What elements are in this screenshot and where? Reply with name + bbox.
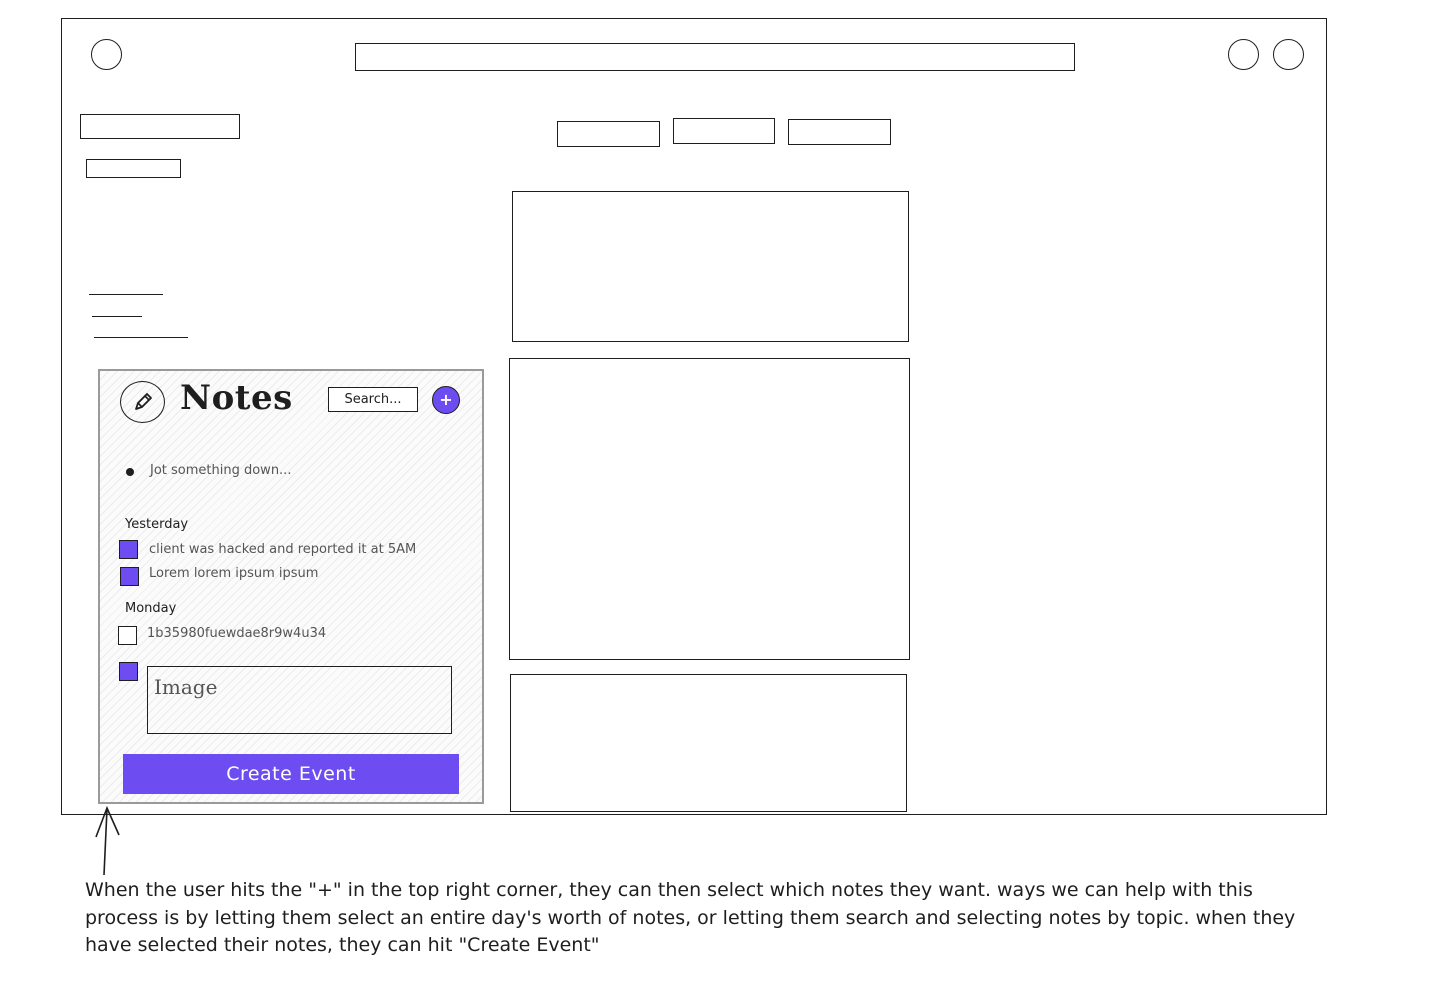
note-checkbox[interactable] [119,540,138,559]
content-card-1 [512,191,909,342]
note-text: client was hacked and reported it at 5AM [149,542,417,557]
notes-title: Notes [180,378,293,418]
sidebar-link-3[interactable] [94,337,188,338]
subtitle-placeholder [86,159,181,178]
create-event-button[interactable]: Create Event [123,754,459,794]
window-control-right-2[interactable] [1273,39,1304,70]
image-note-checkbox[interactable] [119,662,138,681]
logo-placeholder [80,114,240,139]
image-placeholder: Image [147,666,452,734]
note-text: 1b35980fuewdae8r9w4u34 [147,626,327,641]
group-heading-monday: Monday [125,601,177,616]
window-control-left[interactable] [91,39,122,70]
annotation-text: When the user hits the "+" in the top ri… [85,879,1296,956]
note-text: Lorem lorem ipsum ipsum [149,566,319,581]
window-control-right-1[interactable] [1228,39,1259,70]
nav-tab-1[interactable] [557,121,660,147]
sidebar-link-2[interactable] [92,316,142,317]
add-notes-button[interactable]: + [432,386,460,414]
nav-tab-3[interactable] [788,119,891,145]
sidebar-link-1[interactable] [89,294,163,295]
annotation-arrow-icon [95,805,120,876]
bullet-icon [126,468,134,476]
content-card-3 [510,674,907,812]
content-card-2 [509,358,910,660]
notes-search-button[interactable]: Search... [328,387,418,412]
note-checkbox[interactable] [120,567,139,586]
nav-tab-2[interactable] [673,118,775,144]
note-input[interactable]: Jot something down... [150,463,291,478]
group-heading-yesterday: Yesterday [125,517,189,532]
note-checkbox[interactable] [118,626,137,645]
address-bar[interactable] [355,43,1075,71]
pencil-icon [120,381,165,423]
notes-panel [98,369,484,804]
